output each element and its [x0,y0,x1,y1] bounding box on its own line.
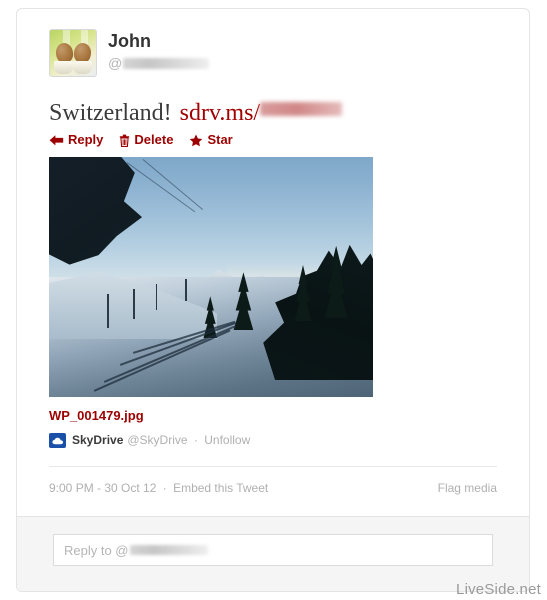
author-display-name[interactable]: John [108,31,209,52]
media-source: SkyDrive @SkyDrive · Unfollow [49,433,497,448]
photo-pole [107,293,109,328]
reply-placeholder: Reply to @ [64,542,129,558]
photo-pole [155,284,158,311]
author-names: John @ [108,29,210,71]
source-separator: · [193,433,198,447]
tweet-photo[interactable] [49,157,373,397]
star-label: Star [207,132,233,147]
redacted-handle [123,57,210,69]
redacted-reply-handle [129,545,208,555]
author-handle[interactable]: @ [108,55,210,71]
media-filename-link[interactable]: WP_001479.jpg [49,408,497,423]
source-unfollow-link[interactable]: Unfollow [204,433,250,447]
delete-button[interactable]: Delete [119,133,173,147]
reply-button[interactable]: Reply [49,133,103,147]
author-handle-prefix: @ [108,55,123,71]
tweet-body: John @ Switzerland! sdrv.ms/ Reply Delet… [17,9,529,495]
tweet-timestamp[interactable]: 9:00 PM - 30 Oct 12 [49,481,156,495]
source-name[interactable]: SkyDrive [72,433,123,448]
source-handle[interactable]: @SkyDrive [127,433,187,447]
redacted-link-tail [260,102,343,116]
photo-pole [185,279,187,302]
trash-icon [119,134,130,147]
embed-tweet-link[interactable]: Embed this Tweet [173,481,268,495]
source-meta: @SkyDrive · Unfollow [127,433,250,448]
reply-label: Reply [68,132,104,147]
tweet-card: John @ Switzerland! sdrv.ms/ Reply Delet… [16,8,530,592]
avatar-decor [73,61,92,74]
star-icon [189,134,203,147]
tweet-text-plain: Switzerland! [49,100,172,126]
photo-pole [133,289,135,319]
tweet-actions: Reply Delete Star [49,133,497,147]
delete-label: Delete [134,132,174,147]
tweet-link[interactable]: sdrv.ms/ [180,99,260,127]
meta-divider [49,466,497,467]
tweet-text: Switzerland! sdrv.ms/ [49,99,497,127]
avatar-decor [54,61,73,74]
flag-media-link[interactable]: Flag media [438,481,497,495]
tweet-header: John @ [49,29,497,85]
avatar[interactable] [49,29,97,77]
reply-input[interactable]: Reply to @ [53,534,493,566]
star-button[interactable]: Star [189,132,233,147]
site-watermark: LiveSide.net [456,581,541,598]
reply-arrow-icon [49,134,64,147]
reply-footer: Reply to @ [17,516,529,591]
meta-separator: · [162,481,167,495]
tweet-meta: 9:00 PM - 30 Oct 12 · Embed this Tweet F… [49,481,497,495]
tweet-meta-left: 9:00 PM - 30 Oct 12 · Embed this Tweet [49,481,268,495]
skydrive-cloud-icon [49,433,66,448]
